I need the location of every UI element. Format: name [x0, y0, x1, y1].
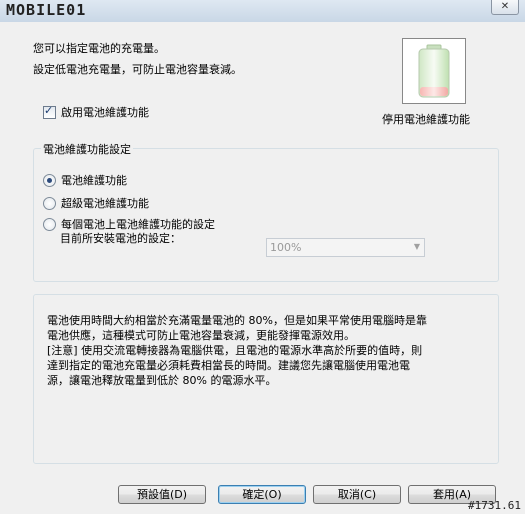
defaults-button[interactable]: 預設值(D)	[118, 485, 206, 504]
enable-battery-care-checkbox[interactable]: ✓ 啟用電池維護功能	[43, 104, 149, 120]
radio-label: 電池維護功能	[61, 174, 127, 187]
select-value: 100%	[270, 241, 302, 254]
info-line: 達到指定的電池充電量必須耗費相當長的時間。建議您先讓電腦使用電池電	[47, 359, 410, 372]
info-text: 電池使用時間大約相當於充滿電量電池的 80%，但是如果平常使用電腦時是靠 電池供…	[47, 313, 487, 388]
close-button[interactable]: ✕	[491, 0, 519, 15]
intro-line-1: 您可以指定電池的充電量。	[33, 42, 165, 55]
ok-button[interactable]: 確定(O)	[218, 485, 306, 504]
info-line: 源，讓電池釋放電量到低於 80% 的電源水平。	[47, 374, 277, 387]
intro-line-2: 設定低電池充電量，可防止電池容量衰減。	[33, 63, 242, 76]
installed-battery-label: 目前所安裝電池的設定：	[60, 232, 181, 245]
checkbox-label: 啟用電池維護功能	[61, 106, 149, 119]
battery-label: 停用電池維護功能	[382, 113, 470, 126]
checkmark-icon: ✓	[44, 103, 54, 117]
chevron-down-icon: ▼	[413, 242, 420, 251]
info-line: 電池供應，這種模式可防止電池容量衰減，更能發揮電源效用。	[47, 329, 355, 342]
group-title: 電池維護功能設定	[41, 141, 133, 157]
radio-battery-care[interactable]: 電池維護功能	[43, 172, 127, 188]
radio-super-battery-care[interactable]: 超級電池維護功能	[43, 195, 149, 211]
radio-label: 超級電池維護功能	[61, 197, 149, 210]
settings-group	[33, 148, 499, 282]
charge-level-select[interactable]: 100% ▼	[266, 238, 425, 257]
battery-image-frame	[402, 38, 466, 104]
watermark: #1731.61	[468, 499, 521, 512]
radio-button[interactable]	[43, 196, 56, 210]
radio-button[interactable]	[43, 217, 56, 231]
battery-icon	[418, 44, 450, 98]
info-line: [注意] 使用交流電轉接器為電腦供電，且電池的電源水準高於所要的值時，則	[47, 344, 423, 357]
checkbox-box[interactable]: ✓	[43, 103, 56, 119]
title-bar: MOBILE01 ✕	[0, 0, 525, 22]
radio-button[interactable]	[43, 173, 56, 187]
window-title: MOBILE01	[6, 1, 87, 19]
close-icon: ✕	[500, 1, 510, 12]
cancel-button[interactable]: 取消(C)	[313, 485, 401, 504]
info-line: 電池使用時間大約相當於充滿電量電池的 80%，但是如果平常使用電腦時是靠	[47, 314, 427, 327]
